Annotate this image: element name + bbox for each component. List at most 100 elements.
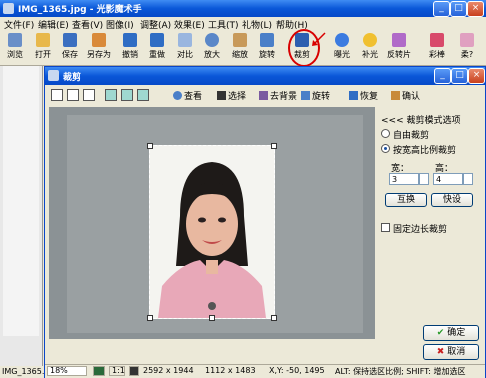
image-canvas[interactable] <box>49 107 375 339</box>
zoom-in-button[interactable]: 放大 <box>200 33 224 60</box>
app-icon <box>3 3 14 14</box>
redo-icon <box>150 33 164 47</box>
dialog-toolbar: 查看 选择 去背景 旋转 恢复 确认 <box>45 86 485 106</box>
layout-3-icon[interactable] <box>83 89 95 101</box>
menu-adjust[interactable]: 调整(A) <box>140 18 171 31</box>
compare-icon <box>178 33 192 47</box>
zoom-select[interactable]: 18% <box>47 366 87 376</box>
browse-button[interactable]: 浏览 <box>3 33 27 60</box>
soft-button[interactable]: 柔? <box>455 33 479 60</box>
crop-handle-top-left[interactable] <box>147 143 153 149</box>
width-input[interactable]: 3 <box>389 173 419 185</box>
fill-light-button[interactable]: 补光 <box>358 33 382 60</box>
swap-button[interactable]: 互换 <box>385 193 427 207</box>
close-button[interactable]: × <box>467 1 484 17</box>
menu-edit[interactable]: 编辑(E) <box>38 18 69 31</box>
main-status-bar: IMG_1365.jpg <box>0 366 57 378</box>
cancel-button[interactable]: ✖ 取消 <box>423 344 479 360</box>
undo-icon <box>123 33 137 47</box>
menu-tools[interactable]: 工具(T) <box>208 18 239 31</box>
layout-2-icon[interactable] <box>67 89 79 101</box>
folder-icon <box>36 33 50 47</box>
fixed-side-checkbox[interactable] <box>381 223 390 232</box>
check-icon: ✔ <box>436 328 448 338</box>
soft-icon <box>460 33 474 47</box>
height-input[interactable]: 4 <box>433 173 463 185</box>
crop-dialog: 裁剪 _ □ × 查看 选择 去背景 旋转 恢复 确认 <<< 裁剪模式选项 自… <box>44 66 486 378</box>
save-icon <box>63 33 77 47</box>
open-button[interactable]: 打开 <box>31 33 55 60</box>
film-icon <box>392 33 406 47</box>
confirm-icon <box>391 91 400 100</box>
restore-icon <box>349 91 358 100</box>
resize-button[interactable]: 缩放 <box>228 33 252 60</box>
bulb-icon <box>363 33 377 47</box>
dialog-minimize-button[interactable]: _ <box>434 68 451 84</box>
restore-tool[interactable]: 恢复 <box>349 89 378 102</box>
dialog-close-button[interactable]: × <box>468 68 485 84</box>
rotate-button[interactable]: 旋转 <box>255 33 279 60</box>
resize-icon <box>233 33 247 47</box>
cursor-coords: X,Y: -50, 1495 <box>269 366 325 375</box>
rotate-tool[interactable]: 旋转 <box>301 89 330 102</box>
quick-set-button[interactable]: 快设 <box>431 193 473 207</box>
browse-icon <box>8 33 22 47</box>
dialog-maximize-button[interactable]: □ <box>451 68 468 84</box>
undo-button[interactable]: 撤销 <box>118 33 142 60</box>
exposure-button[interactable]: 曝光 <box>330 33 354 60</box>
menu-file[interactable]: 文件(F) <box>4 18 34 31</box>
redo-button[interactable]: 重做 <box>145 33 169 60</box>
layout-5-icon[interactable] <box>121 89 133 101</box>
ratio-crop-label: 按宽高比例裁剪 <box>393 146 457 156</box>
compare-button[interactable]: 对比 <box>173 33 197 60</box>
height-spinner[interactable] <box>463 173 473 185</box>
cursor-icon <box>217 91 226 100</box>
save-as-button[interactable]: 另存为 <box>87 33 111 60</box>
ratio-crop-radio[interactable] <box>381 144 390 153</box>
layout-1-icon[interactable] <box>51 89 63 101</box>
fullscreen-icon[interactable] <box>129 366 139 376</box>
window-title: IMG_1365.jpg - 光影魔术手 <box>18 5 142 15</box>
menu-gift[interactable]: 礼物(L) <box>242 18 272 31</box>
magnifier-icon <box>173 91 182 100</box>
menu-image[interactable]: 图像(I) <box>106 18 134 31</box>
scissors-icon <box>259 91 268 100</box>
crop-handle-bottom[interactable] <box>209 315 215 321</box>
pencil-icon <box>430 33 444 47</box>
confirm-tool[interactable]: 确认 <box>391 89 420 102</box>
remove-background-tool[interactable]: 去背景 <box>259 89 297 102</box>
crop-mode-header[interactable]: <<< 裁剪模式选项 <box>381 113 460 126</box>
selection-size: 1112 x 1483 <box>205 366 256 375</box>
menu-bar: 文件(F) 编辑(E) 查看(V) 图像(I) 调整(A) 效果(E) 工具(T… <box>0 17 486 31</box>
magnifier-icon <box>205 33 219 47</box>
ok-button[interactable]: ✔ 确定 <box>423 325 479 341</box>
dialog-title-bar: 裁剪 _ □ × <box>45 67 485 85</box>
crop-handle-bottom-left[interactable] <box>147 315 153 321</box>
thumbnail-strip[interactable] <box>3 66 39 336</box>
free-crop-label: 自由裁剪 <box>393 131 430 141</box>
exposure-icon <box>335 33 349 47</box>
dialog-status-bar: 18% 1:1 2592 x 1944 1112 x 1483 X,Y: -50… <box>45 364 485 378</box>
layout-4-icon[interactable] <box>105 89 117 101</box>
save-as-icon <box>92 33 106 47</box>
layout-6-icon[interactable] <box>137 89 149 101</box>
actual-size-button[interactable]: 1:1 <box>109 366 125 376</box>
menu-effect[interactable]: 效果(E) <box>174 18 205 31</box>
select-tool[interactable]: 选择 <box>217 89 246 102</box>
save-button[interactable]: 保存 <box>58 33 82 60</box>
crop-handle-top-right[interactable] <box>271 143 277 149</box>
free-crop-radio[interactable] <box>381 129 390 138</box>
dialog-title: 裁剪 <box>63 73 82 83</box>
rotate-icon <box>260 33 274 47</box>
maximize-button[interactable]: □ <box>450 1 467 17</box>
view-tool[interactable]: 查看 <box>173 89 202 102</box>
fit-icon[interactable] <box>93 366 105 376</box>
minimize-button[interactable]: _ <box>433 1 450 17</box>
crop-handle-bottom-right[interactable] <box>271 315 277 321</box>
width-spinner[interactable] <box>419 173 429 185</box>
reversal-film-button[interactable]: 反转片 <box>387 33 411 60</box>
menu-view[interactable]: 查看(V) <box>72 18 103 31</box>
color-pencil-button[interactable]: 彩棒 <box>425 33 449 60</box>
crop-options-panel: <<< 裁剪模式选项 自由裁剪 按宽高比例裁剪 宽： 高： 3 4 互换 快设 … <box>377 107 485 339</box>
crop-selection[interactable] <box>147 143 277 321</box>
